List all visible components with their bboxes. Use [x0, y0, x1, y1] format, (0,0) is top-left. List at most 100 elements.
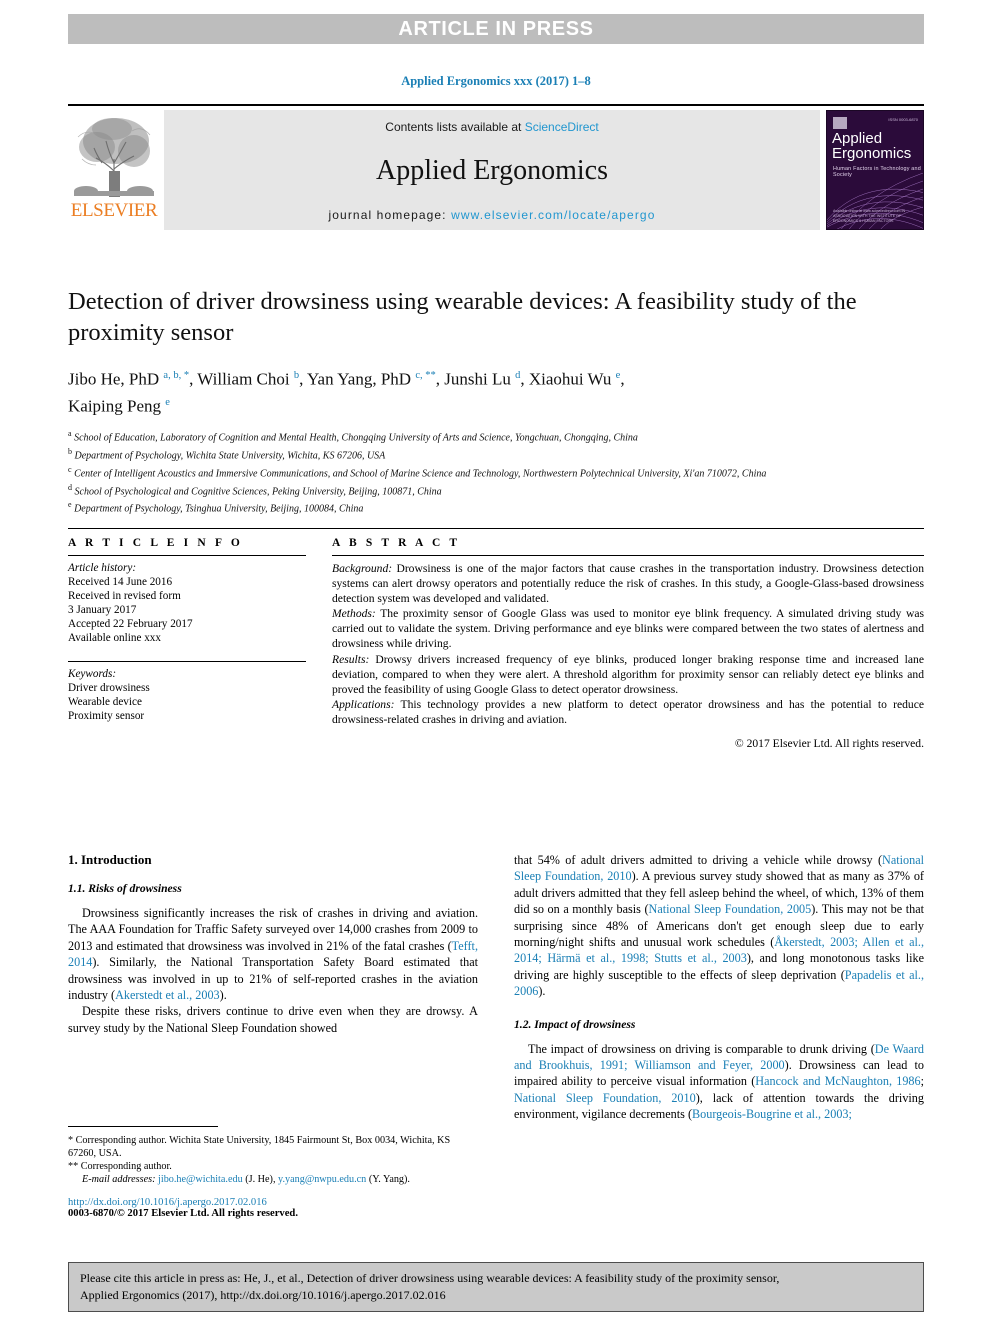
cover-publisher-mark-icon [833, 117, 847, 129]
keyword-item: Driver drowsiness [68, 682, 150, 694]
journal-reference-line: Applied Ergonomics xxx (2017) 1–8 [401, 74, 591, 88]
author-list: Jibo He, PhD a, b, *, William Choi b, Ya… [68, 369, 625, 416]
issn-copyright-line: 0003-6870/© 2017 Elsevier Ltd. All right… [68, 1208, 298, 1219]
masthead-center-panel: Contents lists available at ScienceDirec… [164, 110, 820, 230]
affiliation-marker: d [68, 482, 72, 492]
abstract-section-text: The proximity sensor of Google Glass was… [332, 607, 924, 651]
cover-footer-text: Available online at www.sciencedirect.co… [833, 209, 906, 223]
keywords-block: Keywords: Driver drowsiness Wearable dev… [68, 661, 306, 723]
keyword-item: Wearable device [68, 696, 142, 708]
sciencedirect-link[interactable]: ScienceDirect [525, 120, 599, 134]
section-heading-introduction: 1. Introduction [68, 852, 152, 867]
affiliation-marker: e [68, 500, 72, 510]
footnote-region: * Corresponding author. Wichita State Un… [68, 1126, 478, 1219]
affiliation-item: c Center of Intelligent Acoustics and Im… [68, 463, 898, 481]
affiliation-marker: c [68, 464, 72, 474]
paper-title: Detection of driver drowsiness using wea… [68, 288, 857, 346]
citation-link[interactable]: Akerstedt et al., 2003 [115, 988, 220, 1002]
contents-available-line: Contents lists available at ScienceDirec… [385, 120, 598, 134]
article-header: Detection of driver drowsiness using wea… [68, 286, 924, 516]
author-affiliation-marker: c, ** [415, 370, 436, 381]
affiliation-marker: a [68, 429, 72, 439]
paragraph-text: that 54% of adult drivers admitted to dr… [514, 853, 883, 867]
abstract-column: A B S T R A C T Background: Drowsiness i… [332, 529, 924, 751]
article-history-block: Article history: Received 14 June 2016 R… [68, 561, 306, 645]
cover-journal-title: Applied Ergonomics [832, 131, 911, 161]
journal-title: Applied Ergonomics [375, 155, 608, 186]
journal-cover-thumbnail: ISSN 0003-6870 Applied Ergonomics Human … [826, 110, 924, 230]
abstract-copyright: © 2017 Elsevier Ltd. All rights reserved… [734, 737, 924, 751]
author-affiliation-marker: d [515, 370, 521, 381]
abstract-paragraph: Applications: This technology provides a… [332, 697, 924, 727]
article-history-item: Received in revised form [68, 590, 181, 602]
cover-title-line-2: Ergonomics [832, 145, 912, 162]
subsection-heading-impact: 1.2. Impact of drowsiness [514, 1017, 636, 1031]
body-right-column: that 54% of adult drivers admitted to dr… [514, 852, 924, 1232]
abstract-section-label: Methods: [332, 607, 376, 621]
author-affiliation-marker: e [615, 370, 621, 381]
affiliation-text: School of Psychological and Cognitive Sc… [74, 485, 442, 497]
paragraph-text: Drowsiness significantly increases the r… [68, 906, 478, 953]
cover-title-line-1: Applied [832, 130, 883, 147]
abstract-rule [332, 555, 924, 556]
body-paragraph: The impact of drowsiness on driving is c… [514, 1041, 924, 1123]
elsevier-logo: ELSEVIER [68, 106, 160, 234]
affiliation-item: d School of Psychological and Cognitive … [68, 481, 898, 499]
contents-prefix-text: Contents lists available at [385, 120, 525, 134]
elsevier-tree-icon [72, 111, 156, 203]
email-addresses-footnote: E-mail addresses: jibo.he@wichita.edu (J… [68, 1173, 478, 1186]
body-paragraph: Drowsiness significantly increases the r… [68, 905, 478, 1003]
citation-link[interactable]: National Sleep Foundation, 2010 [514, 1091, 696, 1105]
paragraph-text: The impact of drowsiness on driving is c… [528, 1041, 875, 1056]
corresponding-author-footnote-1: * Corresponding author. Wichita State Un… [68, 1135, 451, 1159]
affiliation-text: Department of Psychology, Wichita State … [74, 450, 386, 462]
abstract-heading: A B S T R A C T [332, 537, 461, 549]
affiliation-list: a School of Education, Laboratory of Cog… [68, 427, 898, 516]
email-link-he[interactable]: jibo.he@wichita.edu [158, 1174, 243, 1185]
affiliation-item: a School of Education, Laboratory of Cog… [68, 427, 898, 445]
body-paragraph: that 54% of adult drivers admitted to dr… [514, 852, 924, 1000]
journal-homepage-line: journal homepage: www.elsevier.com/locat… [329, 208, 656, 222]
keyword-item: Proximity sensor [68, 710, 145, 722]
paragraph-text: ; [920, 1074, 924, 1089]
paragraph-text: ). [538, 984, 546, 999]
subsection-heading-risks: 1.1. Risks of drowsiness [68, 882, 182, 895]
abstract-section-text: Drowsiness is one of the major factors t… [332, 562, 924, 606]
abstract-section-label: Results: [332, 652, 370, 666]
email-link-yang[interactable]: y.yang@nwpu.edu.cn [278, 1174, 366, 1185]
corresponding-author-footnote-2: ** Corresponding author. [68, 1161, 172, 1172]
author-affiliation-marker: e [165, 396, 170, 408]
keywords-label: Keywords: [68, 668, 117, 680]
journal-masthead: ELSEVIER Contents lists available at Sci… [68, 104, 924, 234]
citation-link[interactable]: Hancock and McNaughton, 1986 [755, 1074, 920, 1088]
homepage-prefix-text: journal homepage: [328, 208, 452, 222]
author-affiliation-marker: b [293, 370, 300, 381]
article-in-press-banner: ARTICLE IN PRESS [68, 14, 924, 44]
keywords-rule [68, 661, 306, 662]
journal-homepage-link[interactable]: www.elsevier.com/locate/apergo [451, 208, 655, 222]
abstract-paragraph: Background: Drowsiness is one of the maj… [332, 561, 924, 606]
abstract-section-text: This technology provides a new platform … [332, 697, 924, 726]
article-in-press-label: ARTICLE IN PRESS [398, 17, 594, 40]
abstract-section-text: Drowsy drivers increased frequency of ey… [332, 652, 924, 696]
citation-line-2: Applied Ergonomics (2017), http://dx.doi… [80, 1288, 446, 1302]
affiliation-text: Department of Psychology, Tsinghua Unive… [74, 503, 364, 515]
affiliation-text: School of Education, Laboratory of Cogni… [74, 432, 638, 444]
info-abstract-region: A R T I C L E I N F O Article history: R… [68, 528, 924, 751]
body-paragraph: Despite these risks, drivers continue to… [68, 1004, 478, 1035]
citation-line-1: Please cite this article in press as: He… [80, 1271, 780, 1285]
affiliation-item: b Department of Psychology, Wichita Stat… [68, 445, 898, 463]
abstract-section-label: Applications: [332, 697, 395, 711]
article-history-label: Article history: [68, 562, 137, 574]
abstract-paragraph: Results: Drowsy drivers increased freque… [332, 652, 924, 697]
article-history-item: Available online xxx [68, 632, 161, 644]
abstract-section-label: Background: [332, 562, 393, 575]
affiliation-item: e Department of Psychology, Tsinghua Uni… [68, 498, 898, 516]
citation-link[interactable]: National Sleep Foundation, 2005 [649, 902, 812, 916]
citation-link[interactable]: Bourgeois-Bougrine et al., 2003; [692, 1107, 852, 1121]
article-history-item: Accepted 22 February 2017 [68, 618, 193, 630]
doi-link[interactable]: http://dx.doi.org/10.1016/j.apergo.2017.… [68, 1197, 478, 1208]
article-history-item: 3 January 2017 [68, 604, 137, 616]
elsevier-wordmark: ELSEVIER [70, 200, 158, 221]
email-owner-he: (J. He), [245, 1174, 276, 1185]
